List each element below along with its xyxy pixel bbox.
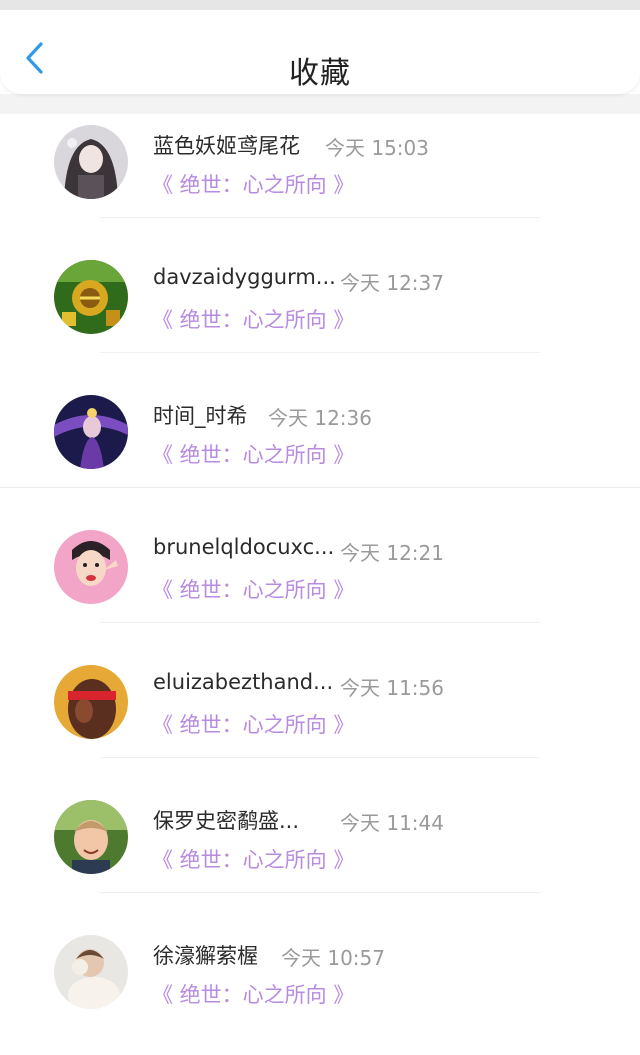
avatar[interactable] [54,530,128,604]
list-item[interactable]: 徐濠獬萦楃 今天 10:57 《 绝世：心之所向 》 [0,920,640,1055]
item-name: 蓝色妖姬鸢尾花 [153,134,300,158]
item-time: 今天 15:03 [325,136,429,160]
list-item[interactable]: eluizabezthand... 今天 11:56 《 绝世：心之所向 》 [0,650,640,785]
item-work-link[interactable]: 《 绝世：心之所向 》 [152,844,354,874]
list-item[interactable]: 时间_时希 今天 12:36 《 绝世：心之所向 》 [0,380,640,515]
avatar[interactable] [54,665,128,739]
divider [100,757,540,758]
item-work-link[interactable]: 《 绝世：心之所向 》 [152,169,354,199]
item-time: 今天 11:44 [340,811,444,835]
list-item[interactable]: davzaidyggurm... 今天 12:37 《 绝世：心之所向 》 [0,245,640,380]
avatar[interactable] [54,260,128,334]
item-name: davzaidyggurm... [153,265,336,289]
avatar[interactable] [54,395,128,469]
divider [100,622,540,623]
item-name: 时间_时希 [153,404,248,428]
divider [0,487,640,488]
item-work-link[interactable]: 《 绝世：心之所向 》 [152,574,354,604]
avatar[interactable] [54,935,128,1009]
item-time: 今天 12:36 [268,406,372,430]
item-name: brunelqldocuxc... [153,535,335,559]
divider [100,892,540,893]
list-item[interactable]: 蓝色妖姬鸢尾花 今天 15:03 《 绝世：心之所向 》 [0,110,640,245]
avatar[interactable] [54,125,128,199]
divider [100,352,540,353]
item-work-link[interactable]: 《 绝世：心之所向 》 [152,304,354,334]
item-work-link[interactable]: 《 绝世：心之所向 》 [152,709,354,739]
item-time: 今天 10:57 [281,946,385,970]
item-name: eluizabezthand... [153,670,334,694]
item-time: 今天 12:37 [340,271,444,295]
item-name: 徐濠獬萦楃 [153,944,258,968]
divider [100,217,540,218]
avatar[interactable] [54,800,128,874]
header-bar: 收藏 [0,10,640,94]
item-work-link[interactable]: 《 绝世：心之所向 》 [152,439,354,469]
list-item[interactable]: brunelqldocuxc... 今天 12:21 《 绝世：心之所向 》 [0,515,640,650]
list-item[interactable]: 保罗史密鹬盛... 今天 11:44 《 绝世：心之所向 》 [0,785,640,920]
item-time: 今天 11:56 [340,676,444,700]
item-name: 保罗史密鹬盛... [153,809,300,833]
item-work-link[interactable]: 《 绝世：心之所向 》 [152,979,354,1009]
page-title: 收藏 [289,56,351,91]
favorites-list: 蓝色妖姬鸢尾花 今天 15:03 《 绝世：心之所向 》 davzaidyggu… [0,110,640,1055]
item-time: 今天 12:21 [340,541,444,565]
